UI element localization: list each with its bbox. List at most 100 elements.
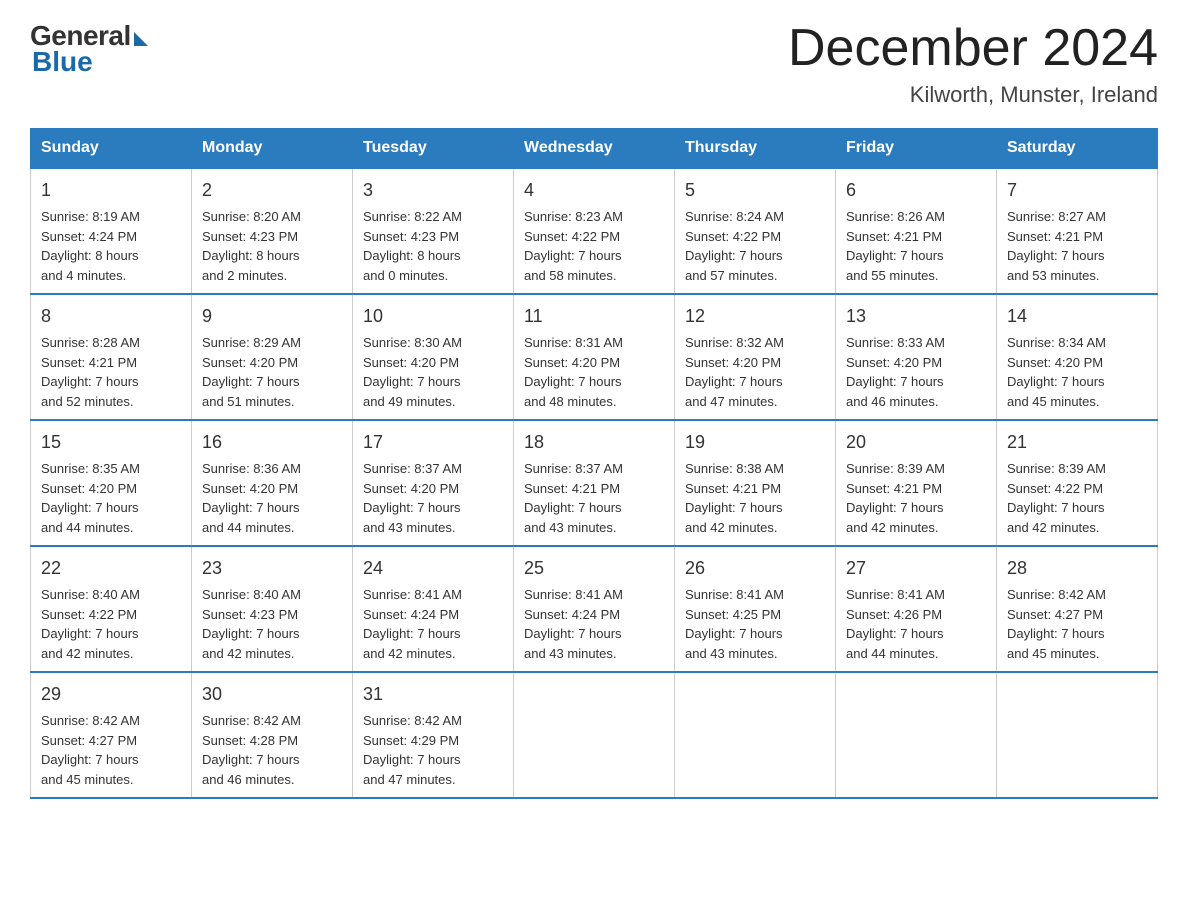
day-info-line: Sunset: 4:20 PM bbox=[41, 479, 181, 499]
day-info-line: Sunset: 4:21 PM bbox=[41, 353, 181, 373]
day-info-line: Sunrise: 8:36 AM bbox=[202, 459, 342, 479]
calendar-cell: 24Sunrise: 8:41 AMSunset: 4:24 PMDayligh… bbox=[353, 546, 514, 672]
day-info-line: Sunset: 4:27 PM bbox=[41, 731, 181, 751]
day-info-line: Daylight: 8 hours bbox=[363, 246, 503, 266]
day-info-line: Sunset: 4:21 PM bbox=[524, 479, 664, 499]
day-info-line: and 52 minutes. bbox=[41, 392, 181, 412]
calendar-cell: 9Sunrise: 8:29 AMSunset: 4:20 PMDaylight… bbox=[192, 294, 353, 420]
day-info-line: and 45 minutes. bbox=[1007, 392, 1147, 412]
calendar-cell: 26Sunrise: 8:41 AMSunset: 4:25 PMDayligh… bbox=[675, 546, 836, 672]
calendar-cell: 7Sunrise: 8:27 AMSunset: 4:21 PMDaylight… bbox=[997, 168, 1158, 294]
day-info-line: and 42 minutes. bbox=[685, 518, 825, 538]
day-info-line: Daylight: 7 hours bbox=[202, 624, 342, 644]
day-info-line: Sunrise: 8:32 AM bbox=[685, 333, 825, 353]
day-info-line: Daylight: 7 hours bbox=[363, 624, 503, 644]
day-info-line: and 47 minutes. bbox=[685, 392, 825, 412]
location-title: Kilworth, Munster, Ireland bbox=[788, 82, 1158, 108]
day-number: 24 bbox=[363, 555, 503, 582]
day-info-line: Sunrise: 8:28 AM bbox=[41, 333, 181, 353]
day-info-line: and 49 minutes. bbox=[363, 392, 503, 412]
day-info-line: Sunrise: 8:37 AM bbox=[524, 459, 664, 479]
calendar-cell: 30Sunrise: 8:42 AMSunset: 4:28 PMDayligh… bbox=[192, 672, 353, 798]
day-info-line: and 44 minutes. bbox=[846, 644, 986, 664]
calendar-cell: 28Sunrise: 8:42 AMSunset: 4:27 PMDayligh… bbox=[997, 546, 1158, 672]
day-number: 12 bbox=[685, 303, 825, 330]
calendar-cell: 15Sunrise: 8:35 AMSunset: 4:20 PMDayligh… bbox=[31, 420, 192, 546]
day-number: 31 bbox=[363, 681, 503, 708]
day-info-line: and 43 minutes. bbox=[685, 644, 825, 664]
day-number: 14 bbox=[1007, 303, 1147, 330]
day-info-line: Daylight: 7 hours bbox=[524, 624, 664, 644]
day-number: 18 bbox=[524, 429, 664, 456]
day-info-line: Daylight: 7 hours bbox=[846, 498, 986, 518]
day-info-line: Daylight: 7 hours bbox=[41, 498, 181, 518]
day-info-line: Sunrise: 8:39 AM bbox=[846, 459, 986, 479]
day-info-line: and 55 minutes. bbox=[846, 266, 986, 286]
calendar-cell bbox=[997, 672, 1158, 798]
day-number: 27 bbox=[846, 555, 986, 582]
day-info-line: and 43 minutes. bbox=[524, 518, 664, 538]
day-info-line: Sunset: 4:26 PM bbox=[846, 605, 986, 625]
day-info-line: Daylight: 7 hours bbox=[202, 750, 342, 770]
day-info-line: Daylight: 8 hours bbox=[202, 246, 342, 266]
day-info-line: Daylight: 7 hours bbox=[685, 498, 825, 518]
day-info-line: Sunset: 4:20 PM bbox=[685, 353, 825, 373]
day-info-line: Daylight: 7 hours bbox=[846, 246, 986, 266]
calendar-cell: 5Sunrise: 8:24 AMSunset: 4:22 PMDaylight… bbox=[675, 168, 836, 294]
calendar-cell: 6Sunrise: 8:26 AMSunset: 4:21 PMDaylight… bbox=[836, 168, 997, 294]
day-number: 17 bbox=[363, 429, 503, 456]
day-info-line: and 44 minutes. bbox=[202, 518, 342, 538]
day-info-line: Sunset: 4:27 PM bbox=[1007, 605, 1147, 625]
day-info-line: Sunset: 4:21 PM bbox=[846, 479, 986, 499]
calendar-cell: 27Sunrise: 8:41 AMSunset: 4:26 PMDayligh… bbox=[836, 546, 997, 672]
day-info-line: and 45 minutes. bbox=[41, 770, 181, 790]
day-info-line: and 42 minutes. bbox=[1007, 518, 1147, 538]
day-info-line: Sunrise: 8:39 AM bbox=[1007, 459, 1147, 479]
day-info-line: and 48 minutes. bbox=[524, 392, 664, 412]
day-info-line: and 47 minutes. bbox=[363, 770, 503, 790]
day-info-line: Sunrise: 8:42 AM bbox=[41, 711, 181, 731]
day-info-line: Daylight: 8 hours bbox=[41, 246, 181, 266]
day-info-line: Daylight: 7 hours bbox=[363, 372, 503, 392]
day-number: 8 bbox=[41, 303, 181, 330]
day-info-line: Sunset: 4:20 PM bbox=[363, 353, 503, 373]
day-number: 21 bbox=[1007, 429, 1147, 456]
day-info-line: Daylight: 7 hours bbox=[202, 372, 342, 392]
day-info-line: Daylight: 7 hours bbox=[1007, 372, 1147, 392]
month-title: December 2024 bbox=[788, 20, 1158, 77]
day-number: 9 bbox=[202, 303, 342, 330]
day-info-line: Sunrise: 8:40 AM bbox=[202, 585, 342, 605]
calendar-cell: 22Sunrise: 8:40 AMSunset: 4:22 PMDayligh… bbox=[31, 546, 192, 672]
day-info-line: Sunrise: 8:34 AM bbox=[1007, 333, 1147, 353]
day-info-line: Sunrise: 8:42 AM bbox=[1007, 585, 1147, 605]
calendar-cell bbox=[836, 672, 997, 798]
calendar-cell: 2Sunrise: 8:20 AMSunset: 4:23 PMDaylight… bbox=[192, 168, 353, 294]
day-info-line: Sunrise: 8:27 AM bbox=[1007, 207, 1147, 227]
calendar-cell: 21Sunrise: 8:39 AMSunset: 4:22 PMDayligh… bbox=[997, 420, 1158, 546]
day-info-line: Sunrise: 8:26 AM bbox=[846, 207, 986, 227]
day-info-line: Sunrise: 8:22 AM bbox=[363, 207, 503, 227]
day-info-line: Daylight: 7 hours bbox=[41, 750, 181, 770]
day-info-line: Sunset: 4:22 PM bbox=[524, 227, 664, 247]
day-info-line: Sunrise: 8:42 AM bbox=[363, 711, 503, 731]
day-info-line: Sunset: 4:24 PM bbox=[41, 227, 181, 247]
day-info-line: and 58 minutes. bbox=[524, 266, 664, 286]
day-info-line: and 2 minutes. bbox=[202, 266, 342, 286]
day-info-line: and 0 minutes. bbox=[363, 266, 503, 286]
calendar-week-row: 1Sunrise: 8:19 AMSunset: 4:24 PMDaylight… bbox=[31, 168, 1158, 294]
day-info-line: Sunrise: 8:42 AM bbox=[202, 711, 342, 731]
calendar-cell: 13Sunrise: 8:33 AMSunset: 4:20 PMDayligh… bbox=[836, 294, 997, 420]
calendar-cell: 12Sunrise: 8:32 AMSunset: 4:20 PMDayligh… bbox=[675, 294, 836, 420]
calendar-table: SundayMondayTuesdayWednesdayThursdayFrid… bbox=[30, 128, 1158, 799]
day-info-line: Daylight: 7 hours bbox=[685, 624, 825, 644]
day-number: 3 bbox=[363, 177, 503, 204]
calendar-cell: 29Sunrise: 8:42 AMSunset: 4:27 PMDayligh… bbox=[31, 672, 192, 798]
day-info-line: Sunrise: 8:38 AM bbox=[685, 459, 825, 479]
day-info-line: Sunset: 4:20 PM bbox=[202, 479, 342, 499]
day-number: 25 bbox=[524, 555, 664, 582]
day-info-line: Daylight: 7 hours bbox=[685, 246, 825, 266]
day-info-line: and 4 minutes. bbox=[41, 266, 181, 286]
day-info-line: Daylight: 7 hours bbox=[524, 246, 664, 266]
day-info-line: Daylight: 7 hours bbox=[846, 624, 986, 644]
day-number: 23 bbox=[202, 555, 342, 582]
